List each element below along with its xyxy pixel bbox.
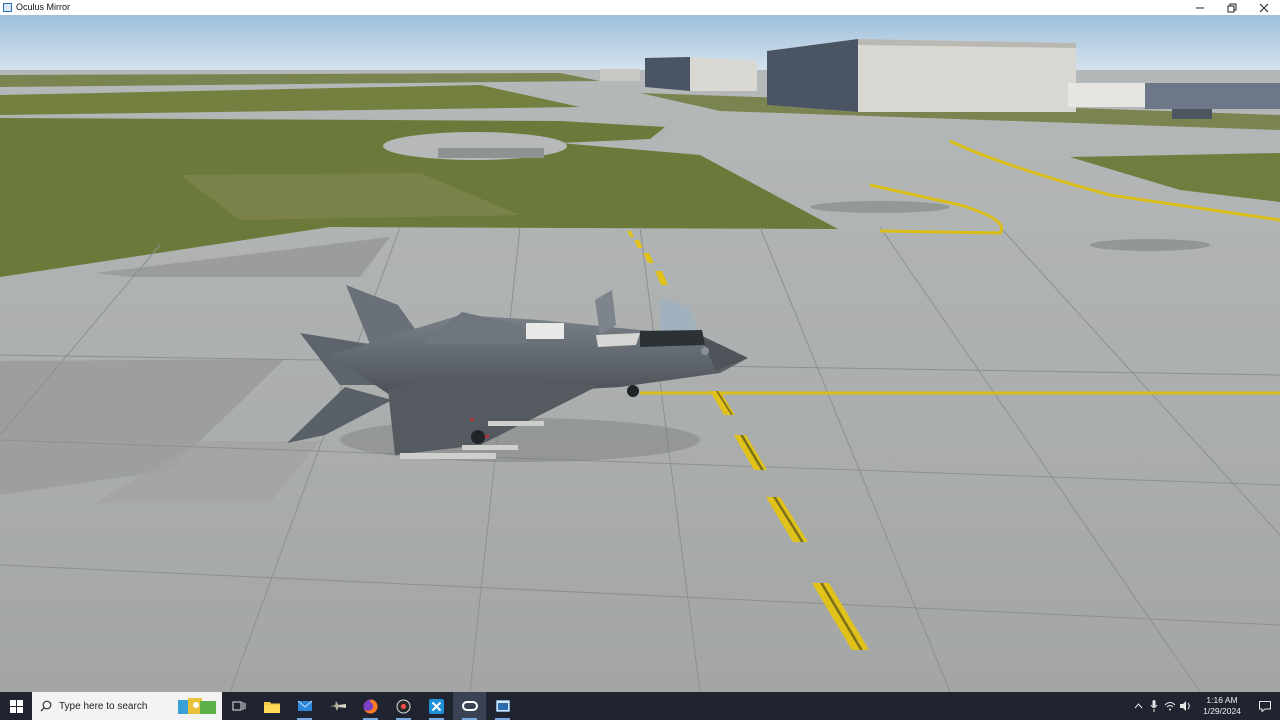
simulator-viewport[interactable] xyxy=(0,15,1280,692)
firefox-button[interactable] xyxy=(354,692,387,720)
obs-button[interactable] xyxy=(387,692,420,720)
hangar-medium xyxy=(645,57,757,91)
search-icon xyxy=(40,700,52,712)
task-view-icon xyxy=(232,701,245,711)
mirror-window-icon xyxy=(495,700,510,712)
clock-time: 1:16 AM xyxy=(1206,695,1238,705)
firefox-icon xyxy=(363,698,378,713)
wifi-icon xyxy=(1164,702,1176,711)
airplane-app-button[interactable] xyxy=(321,692,354,720)
window-titlebar: Oculus Mirror xyxy=(0,0,1280,15)
volume-tray-button[interactable] xyxy=(1178,692,1194,720)
oculus-icon xyxy=(461,701,478,711)
notification-icon xyxy=(1259,700,1271,712)
helipad-marking xyxy=(438,148,544,158)
mail-icon xyxy=(297,700,312,711)
close-icon xyxy=(1259,3,1269,12)
airfield-scene xyxy=(0,15,1280,692)
window-title: Oculus Mirror xyxy=(16,2,71,12)
chevron-up-icon xyxy=(1134,703,1142,709)
restore-button[interactable] xyxy=(1216,0,1248,15)
search-placeholder: Type here to search xyxy=(59,700,148,712)
microphone-tray-button[interactable] xyxy=(1146,692,1162,720)
oculus-button[interactable] xyxy=(453,692,486,720)
folder-icon xyxy=(263,701,280,713)
show-hidden-icons-button[interactable] xyxy=(1130,692,1146,720)
close-button[interactable] xyxy=(1248,0,1280,15)
microphone-icon xyxy=(1150,700,1158,712)
taskbar-clock[interactable]: 1:16 AM 1/29/2024 xyxy=(1194,695,1250,717)
window-controls xyxy=(1184,0,1280,15)
oculus-mirror-app-icon xyxy=(3,3,12,12)
x-app-icon xyxy=(429,698,444,714)
file-explorer-button[interactable] xyxy=(255,692,288,720)
x-app-button[interactable] xyxy=(420,692,453,720)
action-center-button[interactable] xyxy=(1250,692,1280,720)
sky xyxy=(0,15,1280,77)
windows-taskbar: Type here to search 1:16 AM 1/29/2024 xyxy=(0,692,1280,720)
clock-date: 1/29/2024 xyxy=(1203,706,1241,716)
restore-icon xyxy=(1227,3,1237,12)
network-tray-button[interactable] xyxy=(1162,692,1178,720)
mail-button[interactable] xyxy=(288,692,321,720)
airplane-app-icon xyxy=(329,701,346,711)
start-button[interactable] xyxy=(0,692,32,720)
minimize-button[interactable] xyxy=(1184,0,1216,15)
task-view-button[interactable] xyxy=(222,692,255,720)
record-icon xyxy=(396,699,411,713)
minimize-icon xyxy=(1196,7,1204,8)
taskbar-search-box[interactable]: Type here to search xyxy=(32,692,222,720)
search-highlight-art-icon xyxy=(178,698,216,714)
speaker-icon xyxy=(1180,701,1190,711)
system-tray: 1:16 AM 1/29/2024 xyxy=(1130,692,1280,720)
windows-logo-icon xyxy=(9,699,23,713)
hangar-large xyxy=(767,39,1076,112)
oculus-mirror-button[interactable] xyxy=(486,692,519,720)
